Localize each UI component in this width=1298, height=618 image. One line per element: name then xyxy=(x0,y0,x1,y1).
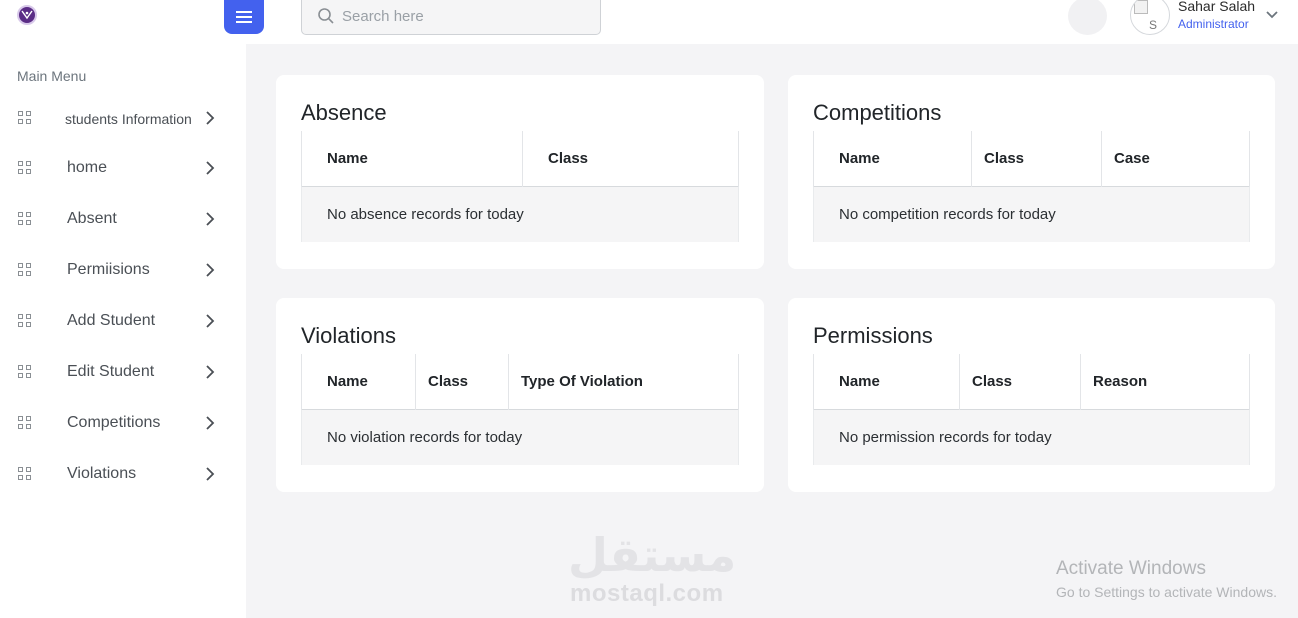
card-title: Competitions xyxy=(813,100,942,125)
empty-message: No violation records for today xyxy=(301,410,739,465)
chevron-right-icon xyxy=(206,263,215,277)
grid-icon xyxy=(18,212,32,226)
permissions-card: Permissions Name Class Reason No permiss… xyxy=(788,298,1275,492)
user-name: Sahar Salah xyxy=(1178,0,1256,14)
column-header: Name xyxy=(813,131,972,187)
notification-button[interactable] xyxy=(1068,0,1107,35)
table-header: Name Class Type Of Violation xyxy=(301,354,739,410)
sidebar-item-label: home xyxy=(67,159,108,176)
top-bar: S Sahar Salah Administrator xyxy=(0,0,1298,44)
sidebar-title: Main Menu xyxy=(17,68,87,84)
windows-activation-subtitle: Go to Settings to activate Windows. xyxy=(1056,584,1277,600)
windows-activation-title: Activate Windows xyxy=(1056,558,1206,579)
search-box xyxy=(301,0,601,35)
sidebar-item-students-information[interactable]: students Information xyxy=(0,98,246,138)
empty-message: No competition records for today xyxy=(813,187,1250,242)
column-header: Type Of Violation xyxy=(509,354,739,410)
chevron-right-icon xyxy=(206,212,215,226)
sidebar-item-label: students Information xyxy=(65,111,192,127)
column-header: Class xyxy=(416,354,509,410)
sidebar-item-label: Competitions xyxy=(67,414,161,431)
sidebar-item-label: Violations xyxy=(67,465,137,482)
sidebar-item-violations[interactable]: Violations xyxy=(0,454,246,494)
sidebar-item-home[interactable]: home xyxy=(0,148,246,188)
sidebar-item-competitions[interactable]: Competitions xyxy=(0,403,246,443)
chevron-right-icon xyxy=(206,416,215,430)
grid-icon xyxy=(18,263,32,277)
grid-icon xyxy=(18,111,32,125)
menu-toggle-button[interactable] xyxy=(224,0,264,34)
search-input[interactable] xyxy=(342,5,582,27)
chevron-right-icon xyxy=(206,314,215,328)
grid-icon xyxy=(18,416,32,430)
column-header: Class xyxy=(960,354,1081,410)
chevron-right-icon xyxy=(206,111,215,125)
chevron-right-icon xyxy=(206,467,215,481)
empty-message: No permission records for today xyxy=(813,410,1250,465)
avatar[interactable]: S xyxy=(1130,0,1170,35)
column-header: Name xyxy=(813,354,960,410)
card-title: Violations xyxy=(301,323,396,348)
competitions-card: Competitions Name Class Case No competit… xyxy=(788,75,1275,269)
column-header: Case xyxy=(1102,131,1250,187)
search-icon xyxy=(318,8,334,24)
grid-icon xyxy=(18,314,32,328)
sidebar-item-permissions[interactable]: Permiisions xyxy=(0,250,246,290)
grid-icon xyxy=(18,467,32,481)
sidebar-item-label: Permiisions xyxy=(67,261,150,278)
sidebar: Main Menu students Information home Abse… xyxy=(0,44,246,618)
violations-table: Name Class Type Of Violation No violatio… xyxy=(301,354,739,465)
column-header: Name xyxy=(301,354,416,410)
sidebar-item-add-student[interactable]: Add Student xyxy=(0,301,246,341)
hamburger-icon xyxy=(236,11,252,23)
sidebar-item-label: Edit Student xyxy=(67,363,155,380)
table-header: Name Class Reason xyxy=(813,354,1250,410)
empty-message: No absence records for today xyxy=(301,187,739,242)
absence-card: Absence Name Class No absence records fo… xyxy=(276,75,764,269)
broken-image-icon xyxy=(1134,0,1148,14)
user-role: Administrator xyxy=(1178,17,1249,31)
watermark-site: mostaql.com xyxy=(570,580,724,607)
chevron-right-icon xyxy=(206,161,215,175)
watermark-logo: مستقل xyxy=(568,528,737,582)
sidebar-item-label: Absent xyxy=(67,210,117,227)
column-header: Class xyxy=(972,131,1102,187)
column-header: Reason xyxy=(1081,354,1250,410)
violations-card: Violations Name Class Type Of Violation … xyxy=(276,298,764,492)
grid-icon xyxy=(18,161,32,175)
chevron-down-icon[interactable] xyxy=(1265,10,1279,20)
sidebar-item-absent[interactable]: Absent xyxy=(0,199,246,239)
chevron-right-icon xyxy=(206,365,215,379)
absence-table: Name Class No absence records for today xyxy=(301,131,739,242)
sidebar-item-label: Add Student xyxy=(67,312,156,329)
competitions-table: Name Class Case No competition records f… xyxy=(813,131,1250,242)
column-header: Class xyxy=(523,131,739,187)
logo-emblem-icon xyxy=(21,10,33,20)
avatar-alt-text: S xyxy=(1149,18,1158,32)
column-header: Name xyxy=(301,131,523,187)
table-header: Name Class xyxy=(301,131,739,187)
grid-icon xyxy=(18,365,32,379)
permissions-table: Name Class Reason No permission records … xyxy=(813,354,1250,465)
app-logo[interactable] xyxy=(17,5,37,25)
table-header: Name Class Case xyxy=(813,131,1250,187)
sidebar-item-edit-student[interactable]: Edit Student xyxy=(0,352,246,392)
card-title: Absence xyxy=(301,100,387,125)
card-title: Permissions xyxy=(813,323,933,348)
